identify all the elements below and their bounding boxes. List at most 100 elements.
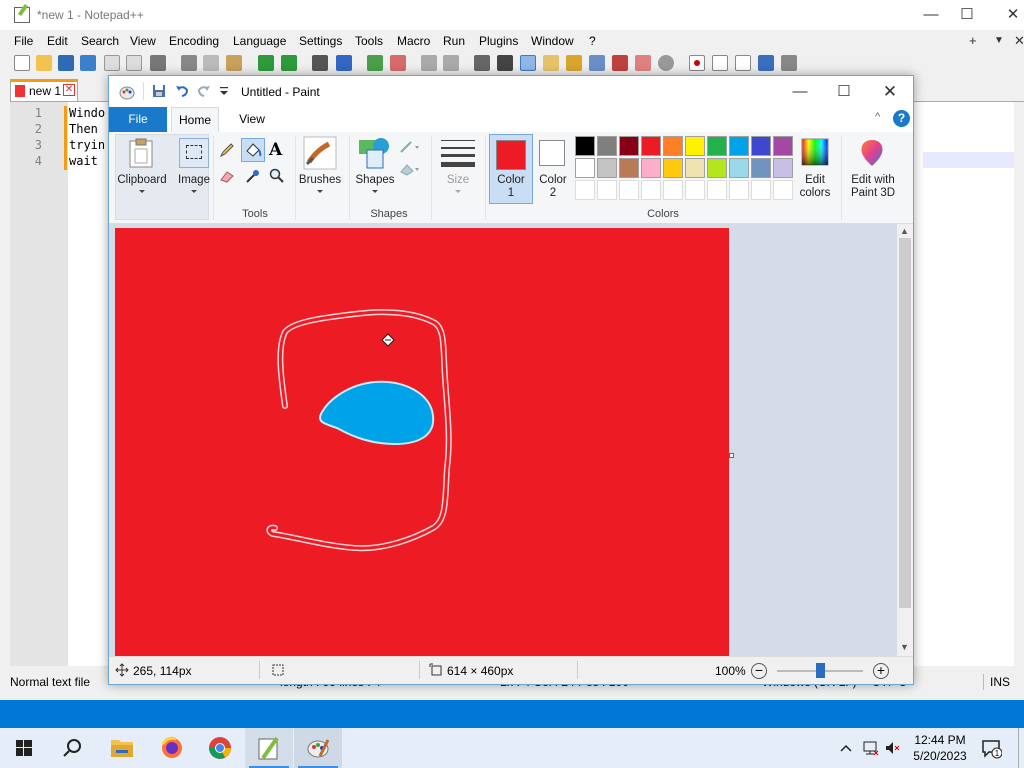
canvas-resize-handle[interactable]	[729, 453, 734, 458]
zoom-out-icon[interactable]	[390, 55, 406, 71]
save-macro-icon[interactable]	[781, 55, 797, 71]
copy-icon[interactable]	[203, 55, 219, 71]
help-icon[interactable]: ?	[893, 110, 910, 127]
palette-swatch[interactable]	[773, 136, 793, 156]
paint-title-bar[interactable]: Untitled - Paint — ☐ ✕	[109, 76, 913, 107]
doc-list-icon[interactable]	[589, 55, 605, 71]
menu-run[interactable]: Run	[443, 34, 465, 48]
zoom-in-button[interactable]: +	[873, 663, 889, 679]
show-all-chars-icon[interactable]	[497, 55, 513, 71]
code-line[interactable]: Windo	[69, 106, 105, 120]
start-button[interactable]	[0, 728, 48, 768]
quick-save-icon[interactable]	[152, 84, 166, 98]
system-clock[interactable]: 12:44 PM 5/20/2023	[900, 732, 980, 764]
tab-close-icon[interactable]: ✕	[63, 84, 75, 96]
replace-icon[interactable]	[336, 55, 352, 71]
menu-settings[interactable]: Settings	[299, 34, 342, 48]
undo-icon[interactable]	[175, 84, 189, 98]
udl-icon[interactable]	[543, 55, 559, 71]
pencil-icon[interactable]	[219, 142, 235, 158]
npp-vertical-scrollbar[interactable]	[1014, 102, 1024, 666]
clipboard-label[interactable]: Clipboard	[115, 174, 169, 187]
image-label[interactable]: Image	[175, 174, 213, 187]
size-label[interactable]: Size	[437, 174, 479, 187]
search-button[interactable]	[48, 728, 96, 768]
sync-vertical-icon[interactable]	[421, 55, 437, 71]
canvas-vertical-scrollbar[interactable]: ▲ ▼	[897, 224, 913, 656]
network-icon[interactable]	[862, 739, 880, 757]
cut-icon[interactable]	[181, 55, 197, 71]
palette-swatch[interactable]	[685, 136, 705, 156]
select-icon[interactable]	[179, 138, 209, 168]
image-dropdown-icon[interactable]	[191, 190, 197, 193]
palette-swatch[interactable]	[575, 158, 595, 178]
palette-swatch[interactable]	[575, 136, 595, 156]
zoom-slider-thumb[interactable]	[816, 663, 825, 678]
custom-color-slot[interactable]	[685, 180, 705, 200]
tab-new-1[interactable]: new 1 ✕	[10, 79, 78, 101]
stop-macro-icon[interactable]	[712, 55, 728, 71]
custom-color-slot[interactable]	[663, 180, 683, 200]
save-icon[interactable]	[58, 55, 74, 71]
clipboard-icon[interactable]	[127, 138, 155, 168]
code-line[interactable]: Then	[69, 122, 98, 136]
custom-color-slot[interactable]	[751, 180, 771, 200]
indent-guide-icon[interactable]	[520, 55, 536, 71]
open-file-icon[interactable]	[36, 55, 52, 71]
menu-file[interactable]: File	[14, 34, 33, 48]
folder-workspace-icon[interactable]	[635, 55, 651, 71]
palette-swatch[interactable]	[685, 158, 705, 178]
size-dropdown-icon[interactable]	[455, 190, 461, 193]
brushes-icon[interactable]	[303, 136, 337, 170]
code-line[interactable]: tryin	[69, 138, 105, 152]
shapes-dropdown-icon[interactable]	[372, 190, 378, 193]
fill-bucket-icon[interactable]	[241, 138, 265, 162]
menu-edit[interactable]: Edit	[47, 34, 68, 48]
palette-swatch[interactable]	[707, 158, 727, 178]
clipboard-dropdown-icon[interactable]	[139, 190, 145, 193]
menu-encoding[interactable]: Encoding	[169, 34, 219, 48]
menu-macro[interactable]: Macro	[397, 34, 430, 48]
palette-swatch[interactable]	[641, 136, 661, 156]
paint-minimize-button[interactable]: —	[777, 76, 823, 107]
paint-maximize-button[interactable]: ☐	[821, 76, 867, 107]
palette-swatch[interactable]	[619, 136, 639, 156]
palette-swatch[interactable]	[707, 136, 727, 156]
save-all-icon[interactable]	[80, 55, 96, 71]
paste-icon[interactable]	[226, 55, 242, 71]
edit-colors-icon[interactable]	[801, 138, 829, 166]
palette-swatch[interactable]	[751, 158, 771, 178]
color-picker-icon[interactable]	[245, 168, 261, 184]
custom-color-slot[interactable]	[641, 180, 661, 200]
close-all-icon[interactable]	[126, 55, 142, 71]
color2-label-line1[interactable]: Color	[533, 174, 573, 187]
play-macro-icon[interactable]	[735, 55, 751, 71]
drawing-canvas[interactable]	[115, 228, 729, 656]
tab-file[interactable]: File	[109, 107, 167, 132]
tab-list-dropdown-icon[interactable]: ▼	[994, 35, 1004, 46]
tab-home[interactable]: Home	[171, 107, 219, 132]
find-icon[interactable]	[312, 55, 328, 71]
monitoring-icon[interactable]	[658, 55, 674, 71]
palette-swatch[interactable]	[751, 136, 771, 156]
palette-swatch[interactable]	[663, 136, 683, 156]
color2-swatch[interactable]	[539, 140, 565, 166]
new-file-icon[interactable]	[14, 55, 30, 71]
palette-swatch[interactable]	[597, 158, 617, 178]
show-desktop-button[interactable]	[1018, 728, 1019, 768]
file-explorer-button[interactable]	[98, 728, 146, 768]
menu-language[interactable]: Language	[233, 34, 286, 48]
run-macro-multiple-icon[interactable]	[758, 55, 774, 71]
palette-swatch[interactable]	[773, 158, 793, 178]
custom-color-slot[interactable]	[575, 180, 595, 200]
brushes-label[interactable]: Brushes	[297, 174, 343, 187]
palette-swatch[interactable]	[597, 136, 617, 156]
custom-color-slot[interactable]	[619, 180, 639, 200]
menu-window[interactable]: Window	[531, 34, 574, 48]
firefox-button[interactable]	[148, 728, 196, 768]
doc-map-icon[interactable]	[566, 55, 582, 71]
custom-color-slot[interactable]	[773, 180, 793, 200]
custom-color-slot[interactable]	[597, 180, 617, 200]
new-tab-plus-icon[interactable]: +	[969, 33, 977, 48]
brushes-dropdown-icon[interactable]	[317, 190, 323, 193]
